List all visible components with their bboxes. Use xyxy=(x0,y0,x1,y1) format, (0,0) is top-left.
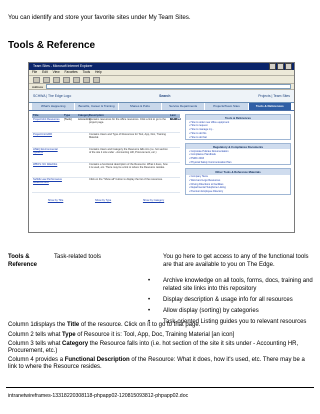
list-item: • Allow display (sorting) by categories xyxy=(148,307,259,314)
menu-view[interactable]: View xyxy=(53,70,60,75)
footer-divider xyxy=(6,387,314,388)
row-category: Accounting xyxy=(78,118,91,121)
menu-favorites[interactable]: Favorites xyxy=(65,70,78,75)
home-icon[interactable] xyxy=(73,76,80,83)
column-note-2: Column 2 tells what Type of Resource it … xyxy=(8,332,235,338)
tab-service-departments[interactable]: Service Departments xyxy=(161,103,205,110)
favorites-icon[interactable] xyxy=(93,76,100,83)
menu-help[interactable]: Help xyxy=(95,70,102,75)
column-note-3: Column 3 tells what Category the Resourc… xyxy=(8,341,299,354)
show-by-category-link[interactable]: Show by Category xyxy=(143,199,164,202)
callout-tasks-label: Task-related tools xyxy=(54,254,102,260)
sidebar-box-regulatory: Regulatory & Compliance Documents ▪ Corp… xyxy=(185,143,291,166)
show-by-type-link[interactable]: Show by Type xyxy=(95,199,111,202)
sidebar-box-other: Other Tools & Reference Materials ▪ Comp… xyxy=(185,168,291,195)
row-type xyxy=(63,133,77,147)
callout-description: You go here to get access to any of the … xyxy=(163,254,309,268)
column-note-4: Column 4 provides a Functional Descripti… xyxy=(8,357,305,370)
tab-projects-team-sites[interactable]: Projects/Team Sites xyxy=(205,103,248,110)
sidebar-box-tools: Tools & References ▪ How to order new of… xyxy=(185,114,291,141)
tab-shares-pubs[interactable]: Shares & Pubs xyxy=(118,103,161,110)
menu-edit[interactable]: Edit xyxy=(42,70,48,75)
row-category xyxy=(77,178,88,192)
tab-benefits[interactable]: Benefits, Career & Training xyxy=(75,103,118,110)
window-titlebar: Team Sites - Microsoft Internet Explorer xyxy=(29,63,294,70)
sidebar-link[interactable]: ▪ Physical Safety Communication Plan xyxy=(186,161,290,165)
row-type xyxy=(63,148,77,162)
minimize-icon[interactable] xyxy=(269,63,276,70)
row-description: Contains resources for the office resour… xyxy=(89,118,166,125)
row-modified: 1/1/04 xyxy=(170,118,178,121)
list-item: • Display description & usage info for al… xyxy=(148,296,293,303)
window-title: Team Sites - Microsoft Internet Explorer xyxy=(33,64,93,68)
row-modified xyxy=(169,163,180,177)
refresh-icon[interactable] xyxy=(63,76,70,83)
row-modified xyxy=(169,148,180,162)
row-type xyxy=(63,178,77,192)
row-title-link[interactable]: ProjectUnit HRR xyxy=(32,133,63,147)
resource-table: Title Type Category Description Last Mod… xyxy=(32,114,181,202)
row-description: Contains Users and Category the Resource… xyxy=(89,148,168,155)
site-header-right[interactable]: Projects | Team Sites xyxy=(258,94,290,98)
table-row: HSEQ Environmental Systems Contains User… xyxy=(32,148,180,163)
site-nav: What's Happening Benefits, Career & Trai… xyxy=(29,103,294,111)
show-by-title-link[interactable]: Show by Title xyxy=(48,199,63,202)
menu-file[interactable]: File xyxy=(32,70,37,75)
address-label: Address xyxy=(32,84,44,89)
menu-tools[interactable]: Tools xyxy=(83,70,90,75)
sidebar-link[interactable]: ▪ How to do that xyxy=(186,135,290,139)
tab-whats-happening[interactable]: What's Happening xyxy=(32,103,75,110)
column-note-1: Column 1displays the Title of the resour… xyxy=(8,322,201,328)
row-modified xyxy=(169,133,180,147)
sort-links: Show by Title Show by Type Show by Categ… xyxy=(32,199,180,202)
stop-icon[interactable] xyxy=(53,76,60,83)
footer-filename: intranetwireframes-1331822030811​8-phpap… xyxy=(8,393,189,399)
row-description: Contains a functional description of the… xyxy=(89,163,168,170)
row-title-link[interactable]: WBOS: NC Watchlist xyxy=(32,163,63,177)
close-icon[interactable] xyxy=(285,63,292,70)
site-search-label[interactable]: Search xyxy=(71,94,258,98)
sidebar-link[interactable]: ▪ Premium Employee Directory xyxy=(186,190,290,194)
row-title-link[interactable]: Suffolk Law Performance Measurement xyxy=(32,178,63,192)
table-row: Suffolk Law Performance Measurement Clic… xyxy=(32,178,180,193)
row-category xyxy=(77,148,88,162)
callout-tools-label: Tools & Reference xyxy=(8,254,38,268)
maximize-icon[interactable] xyxy=(277,63,284,70)
table-row: ProjectUnit HRR Contains Users and Type … xyxy=(32,133,180,148)
page-content: Title Type Category Description Last Mod… xyxy=(29,111,294,202)
table-row: WBOS: NC Watchlist Contains a functional… xyxy=(32,163,180,178)
row-type xyxy=(63,163,77,177)
row-category xyxy=(77,133,88,147)
table-row: Project/Unit Resources [Tools] Accountin… xyxy=(32,118,180,133)
row-type: [Tools] xyxy=(64,118,72,121)
site-header: SCHWA | The Edge Logo Search Projects | … xyxy=(29,90,294,103)
list-item: • Archive knowledge on all tools, forms, … xyxy=(148,278,313,292)
address-bar: Address xyxy=(29,83,294,90)
row-title-link[interactable]: HSEQ Environmental Systems xyxy=(32,148,63,162)
sidebar: Tools & References ▪ How to order new of… xyxy=(185,114,291,202)
forward-icon[interactable] xyxy=(43,76,50,83)
site-logo[interactable]: SCHWA | The Edge Logo xyxy=(33,94,71,98)
row-description: Contains Users and Type of Resources for… xyxy=(89,133,166,140)
search-icon[interactable] xyxy=(83,76,90,83)
intro-text: You can identify and store your favorite… xyxy=(8,14,191,21)
address-input[interactable] xyxy=(46,83,291,90)
section-heading: Tools & Reference xyxy=(8,40,96,51)
row-title-link[interactable]: Project/Unit Resources xyxy=(32,118,63,132)
embedded-screenshot: Team Sites - Microsoft Internet Explorer… xyxy=(28,62,295,233)
row-modified xyxy=(169,178,180,192)
tab-tools-references[interactable]: Tools & References xyxy=(248,103,291,110)
back-icon[interactable] xyxy=(33,76,40,83)
row-category xyxy=(77,163,88,177)
row-description: Click on the "Show all" button to displa… xyxy=(89,178,163,181)
